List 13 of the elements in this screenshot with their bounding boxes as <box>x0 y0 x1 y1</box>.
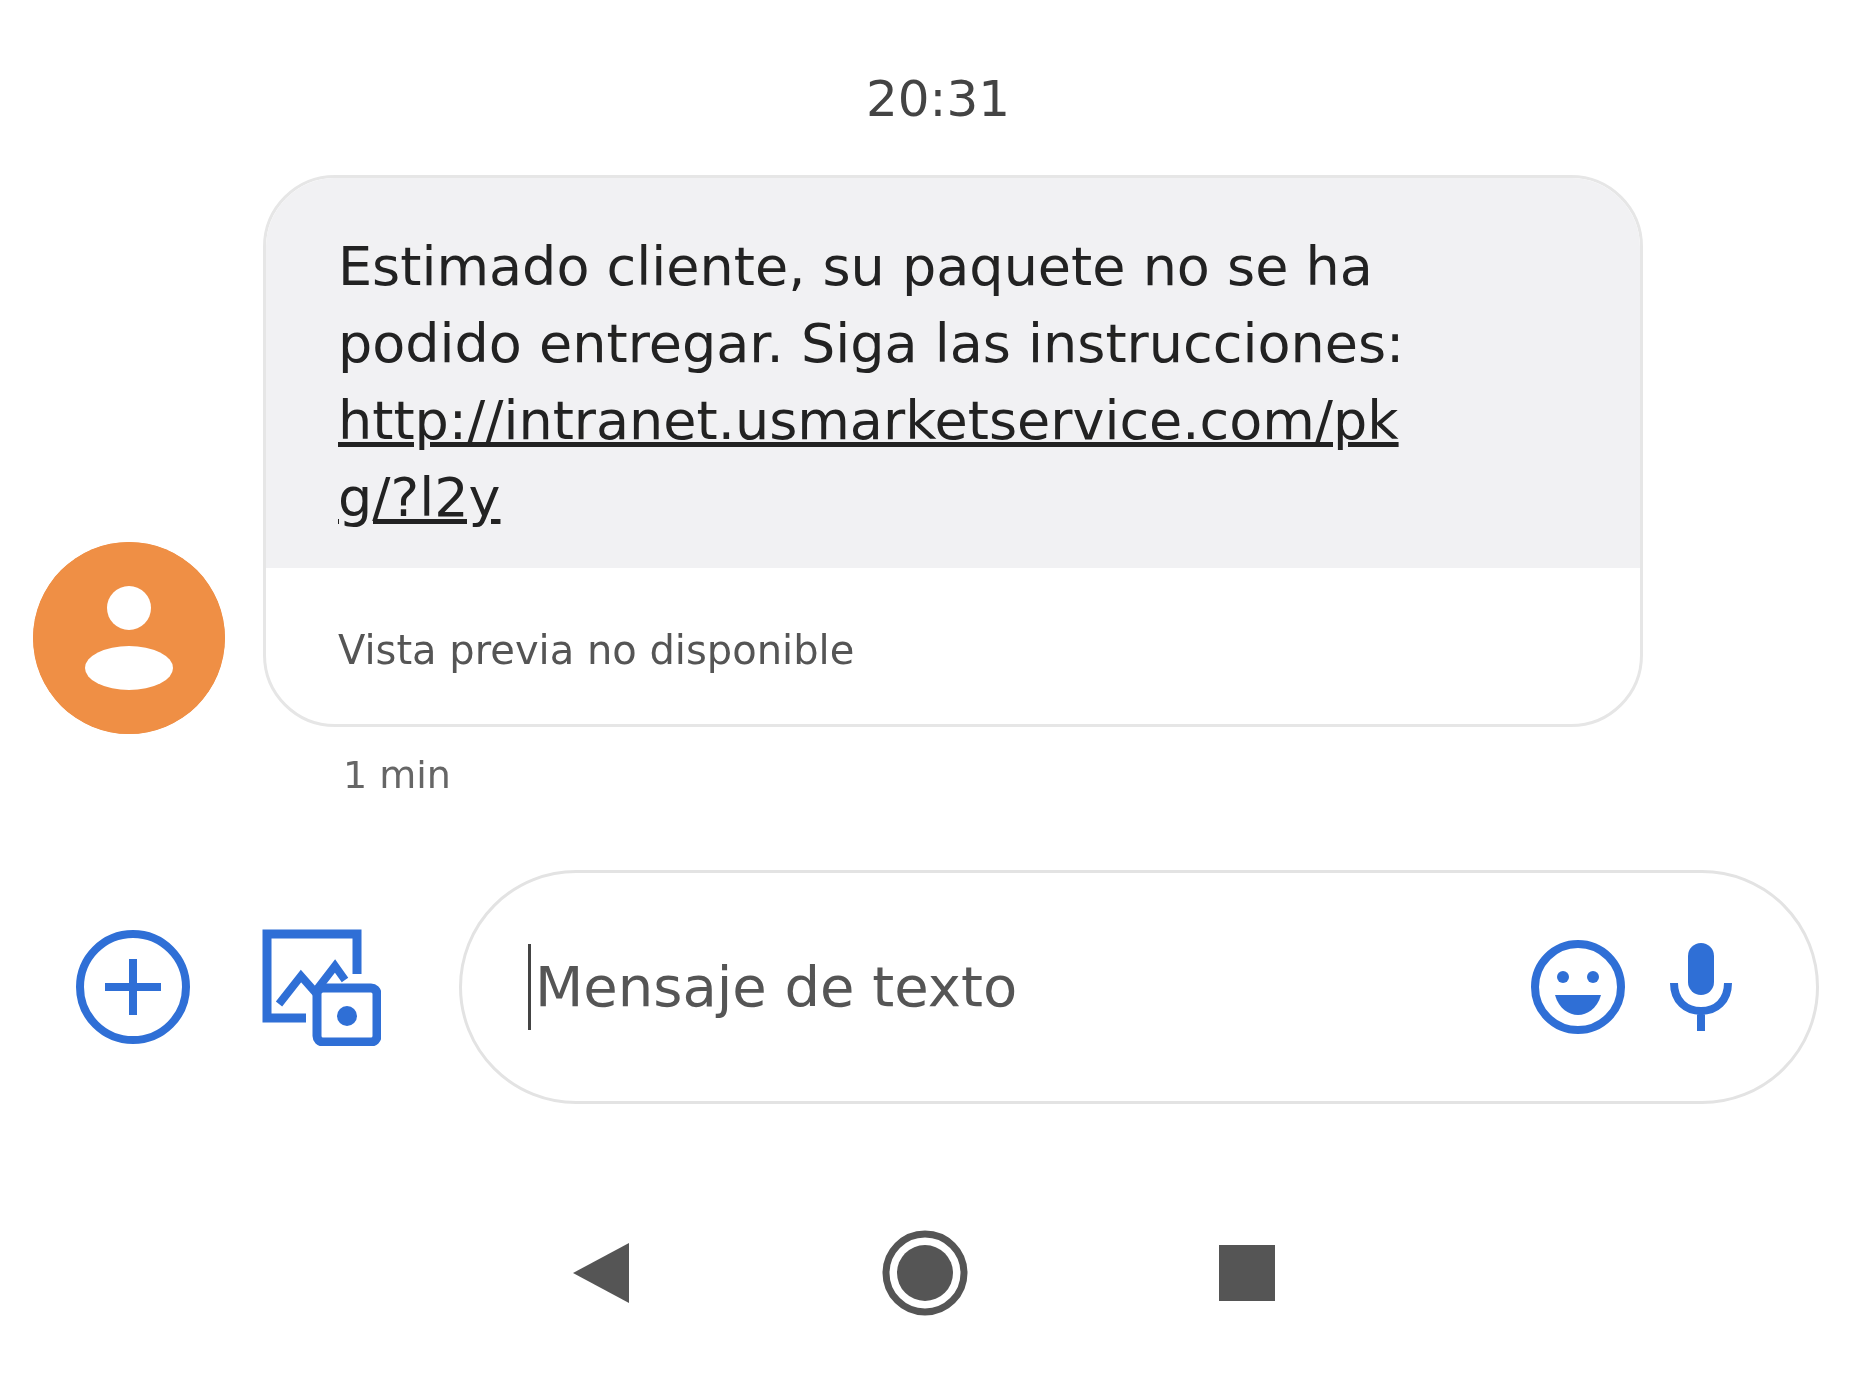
back-icon[interactable] <box>571 1241 631 1305</box>
add-icon[interactable] <box>75 929 191 1045</box>
emoji-icon[interactable] <box>1530 939 1626 1035</box>
home-icon[interactable] <box>881 1229 969 1317</box>
message-age: 1 min <box>343 752 452 799</box>
message-link[interactable]: http://intranet.usmarketservice.com/pkg/?l2y <box>338 382 1448 536</box>
gallery-camera-icon[interactable] <box>261 928 381 1046</box>
link-preview-text: Vista previa no disponible <box>337 626 856 675</box>
message-input[interactable]: Mensaje de texto <box>528 944 1490 1030</box>
contact-avatar-icon <box>33 542 225 734</box>
message-input-field[interactable]: Mensaje de texto <box>459 870 1819 1104</box>
message-timestamp: 20:31 <box>864 69 1012 130</box>
message-text: Estimado cliente, su paquete no se ha podido entregar. Siga las instrucciones: <box>338 234 1406 377</box>
